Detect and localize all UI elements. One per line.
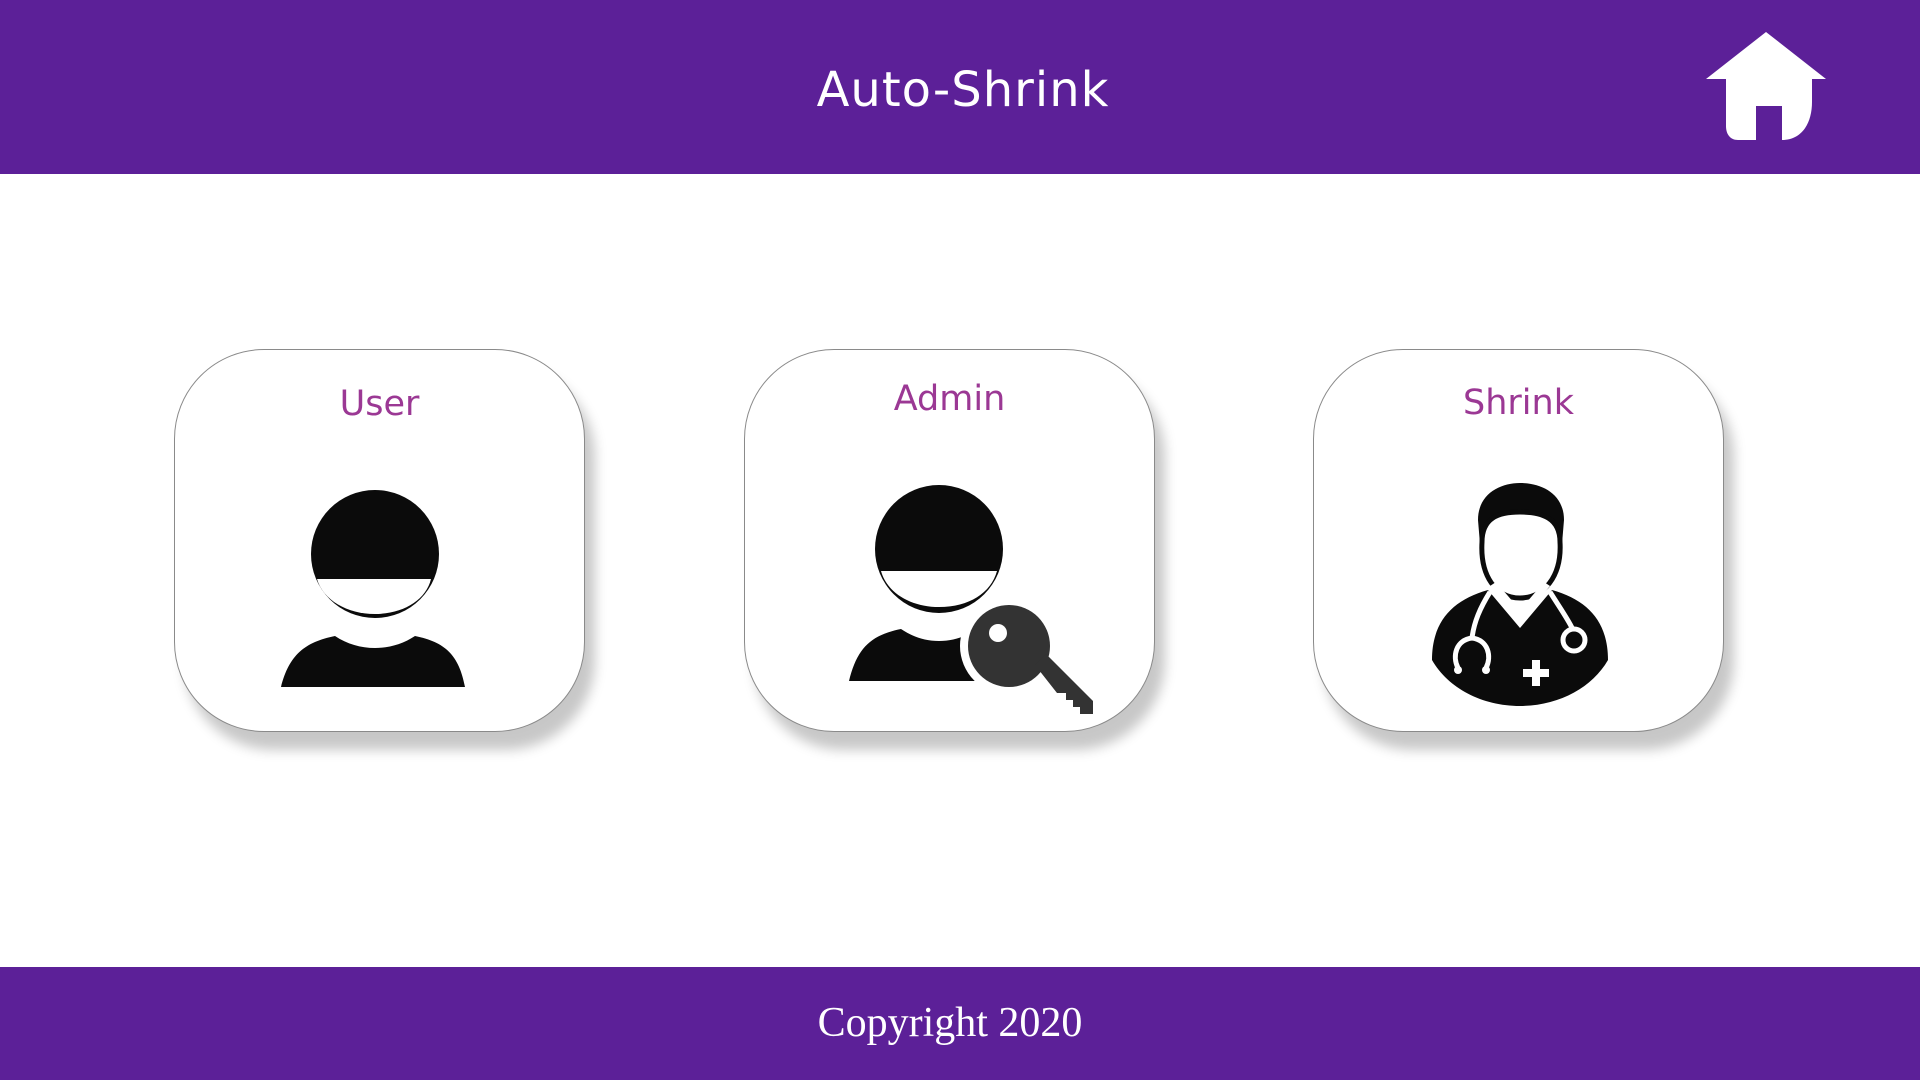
user-key-icon: [849, 485, 1099, 715]
login-role-page: Auto-Shrink User Admin Shrink Copyright …: [0, 0, 1920, 1080]
admin-role-card[interactable]: Admin: [744, 349, 1155, 732]
user-role-card[interactable]: User: [174, 349, 585, 732]
copyright-text: Copyright 2020: [817, 1000, 1083, 1046]
doctor-icon: [1428, 482, 1612, 708]
shrink-card-label: Shrink: [1463, 383, 1574, 423]
home-button[interactable]: [1704, 30, 1828, 144]
home-icon: [1706, 32, 1826, 140]
user-icon: [281, 490, 467, 688]
footer-bar: Copyright 2020: [0, 967, 1920, 1080]
app-title: Auto-Shrink: [816, 62, 1110, 118]
admin-card-label: Admin: [893, 379, 1006, 419]
user-card-label: User: [339, 384, 420, 424]
header-bar: Auto-Shrink: [0, 0, 1920, 174]
shrink-role-card[interactable]: Shrink: [1313, 349, 1724, 732]
